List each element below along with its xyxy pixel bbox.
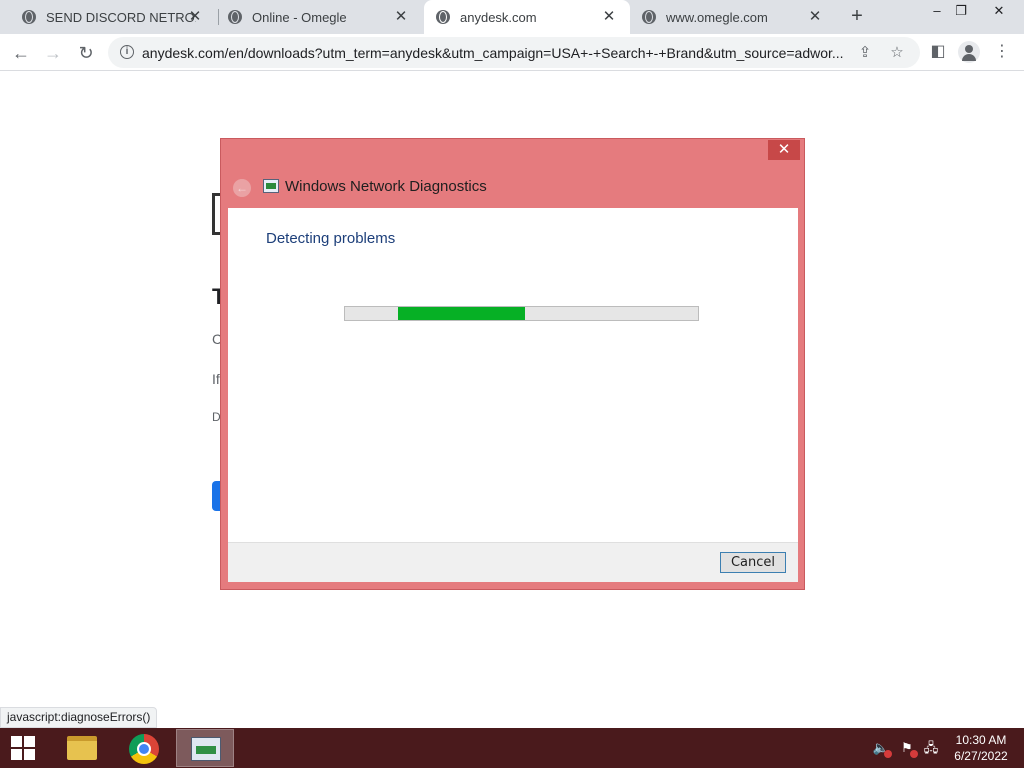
profile-avatar-icon[interactable]	[958, 41, 980, 63]
link-status-bubble: javascript:diagnoseErrors()	[0, 707, 158, 728]
window-close-button[interactable]: ✕	[984, 0, 1014, 22]
url-text[interactable]: anydesk.com/en/downloads?utm_term=anydes…	[142, 45, 848, 61]
taskbar-network-diagnostics[interactable]	[176, 729, 234, 767]
network-diagnostics-icon	[191, 737, 221, 761]
forward-button[interactable]: →	[40, 40, 66, 66]
dialog-title: Windows Network Diagnostics	[285, 178, 487, 195]
dialog-content: Detecting problems	[228, 208, 798, 542]
taskbar: 🔈 ⚑ 🖧 10:30 AM 6/27/2022	[0, 728, 1024, 768]
tab-send-discord[interactable]: SEND DISCORD NETRO1!!! ✕	[0, 0, 216, 34]
back-arrow-icon[interactable]: ←	[233, 179, 251, 197]
network-diagnostics-icon	[263, 179, 279, 193]
tab-title: SEND DISCORD NETRO1!!!	[46, 9, 196, 25]
new-tab-button[interactable]: +	[846, 6, 868, 28]
screen: SEND DISCORD NETRO1!!! ✕ Online - Omegle…	[0, 0, 1024, 768]
dialog-heading: Detecting problems	[266, 230, 396, 247]
globe-icon	[228, 10, 242, 24]
side-panel-icon[interactable]: ◧	[926, 40, 950, 64]
taskbar-file-explorer[interactable]	[52, 729, 110, 767]
file-explorer-icon	[67, 736, 97, 760]
dialog-footer: Cancel	[228, 542, 798, 582]
volume-muted-icon[interactable]: 🔈	[872, 740, 892, 758]
close-tab-icon[interactable]: ✕	[806, 8, 824, 26]
browser-toolbar: ← → ↻ i anydesk.com/en/downloads?utm_ter…	[0, 34, 1024, 71]
reload-button[interactable]: ↻	[73, 40, 99, 66]
action-center-flag-icon[interactable]: ⚑	[898, 740, 918, 758]
globe-icon	[436, 10, 450, 24]
chrome-icon	[129, 734, 159, 764]
cancel-button[interactable]: Cancel	[720, 552, 786, 573]
close-tab-icon[interactable]: ✕	[392, 8, 410, 26]
back-button[interactable]: ←	[8, 40, 34, 66]
tab-online-omegle[interactable]: Online - Omegle ✕	[206, 0, 422, 34]
address-bar[interactable]: i anydesk.com/en/downloads?utm_term=anyd…	[108, 37, 920, 68]
share-icon[interactable]: ⇪	[854, 42, 876, 64]
menu-kebab-icon[interactable]: ⋮	[990, 40, 1014, 64]
tab-anydesk[interactable]: anydesk.com ✕	[424, 0, 630, 34]
globe-icon	[642, 10, 656, 24]
bookmark-star-icon[interactable]: ☆	[886, 42, 908, 64]
tab-strip: SEND DISCORD NETRO1!!! ✕ Online - Omegle…	[0, 0, 1024, 34]
close-tab-icon[interactable]: ✕	[186, 8, 204, 26]
progress-bar	[344, 306, 699, 321]
restore-button[interactable]: ❐	[946, 0, 976, 22]
taskbar-clock[interactable]: 10:30 AM 6/27/2022	[944, 732, 1018, 764]
page-text-fragment: If	[212, 371, 220, 387]
close-tab-icon[interactable]: ✕	[600, 8, 618, 26]
globe-icon	[22, 10, 36, 24]
dialog-close-button[interactable]: ✕	[768, 140, 800, 160]
windows-logo-icon	[11, 736, 22, 747]
taskbar-chrome[interactable]	[114, 729, 172, 767]
network-status-icon[interactable]: 🖧	[922, 740, 940, 756]
clock-date: 6/27/2022	[954, 749, 1008, 763]
start-button[interactable]	[0, 728, 48, 768]
network-diagnostics-dialog: ✕ ← Windows Network Diagnostics Detectin…	[220, 138, 805, 590]
tab-www-omegle[interactable]: www.omegle.com ✕	[630, 0, 836, 34]
clock-time: 10:30 AM	[955, 733, 1007, 747]
progress-bar-fill	[397, 307, 526, 320]
site-info-icon[interactable]: i	[120, 45, 134, 59]
